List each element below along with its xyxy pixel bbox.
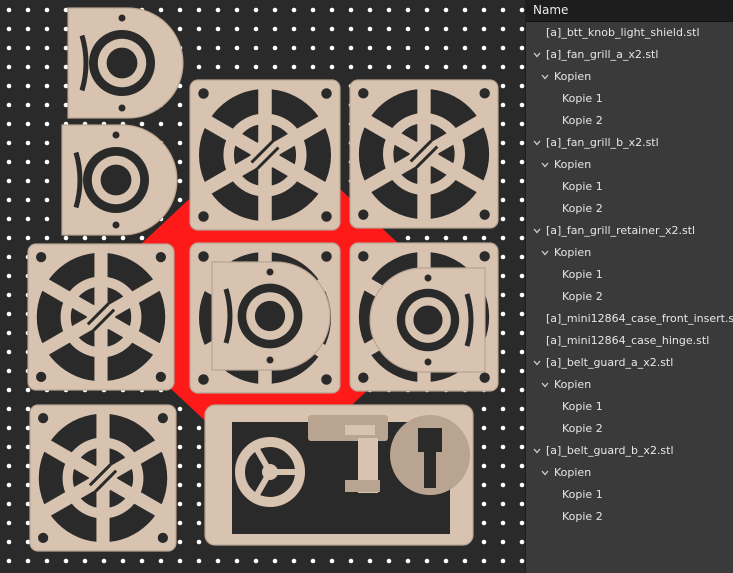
part-fan-grill-retainer[interactable] <box>61 124 178 236</box>
tree-item-copies-group[interactable]: Kopien <box>526 374 733 396</box>
tree-item-copies-group[interactable]: Kopien <box>526 242 733 264</box>
chevron-down-icon[interactable] <box>540 160 550 170</box>
tree-item-label: Kopie 1 <box>562 488 603 501</box>
tree-item-label: Kopien <box>554 246 592 259</box>
tree-item-file[interactable]: [a]_fan_grill_retainer_x2.stl <box>526 220 733 242</box>
tree-item-label: Kopie 1 <box>562 400 603 413</box>
tree-item-file[interactable]: [a]_btt_knob_light_shield.stl <box>526 22 733 44</box>
tree-item-label: [a]_fan_grill_a_x2.stl <box>546 48 659 61</box>
part-fan-grill-a-copy[interactable] <box>349 79 499 229</box>
tree-item-label: Kopien <box>554 378 592 391</box>
tree-item-copy[interactable]: Kopie 2 <box>526 198 733 220</box>
tree-item-label: Kopien <box>554 466 592 479</box>
part-fan-grill-retainer-copy-2[interactable] <box>369 267 486 373</box>
tree-item-label: Kopie 2 <box>562 422 603 435</box>
tree-item-copy[interactable]: Kopie 1 <box>526 88 733 110</box>
object-list-panel: Name [a]_btt_knob_light_shield.stl [a]_fa… <box>525 0 733 573</box>
tree-item-copies-group[interactable]: Kopien <box>526 462 733 484</box>
part-fan-grill-retainer-copy-1[interactable] <box>211 261 331 371</box>
tree-item-label: Kopie 1 <box>562 180 603 193</box>
tree-item-label: Kopie 2 <box>562 202 603 215</box>
tree-item-label: Kopie 2 <box>562 114 603 127</box>
chevron-down-icon[interactable] <box>532 358 542 368</box>
part-knob-light-shield[interactable] <box>67 7 184 119</box>
tree-item-copy[interactable]: Kopie 1 <box>526 176 733 198</box>
tree-item-file[interactable]: [a]_mini12864_case_hinge.stl <box>526 330 733 352</box>
part-fan-grill-b-copy-2[interactable] <box>29 404 177 552</box>
part-fan-grill-b[interactable] <box>27 243 175 391</box>
tree-item-copy[interactable]: Kopie 2 <box>526 110 733 132</box>
tree-item-label: [a]_belt_guard_a_x2.stl <box>546 356 674 369</box>
tree-item-file[interactable]: [a]_fan_grill_a_x2.stl <box>526 44 733 66</box>
tree-item-label: Kopie 2 <box>562 290 603 303</box>
tree-item-label: Kopien <box>554 70 592 83</box>
tree-item-label: [a]_mini12864_case_front_insert.stl <box>546 312 733 325</box>
chevron-down-icon[interactable] <box>532 446 542 456</box>
tree-item-copy[interactable]: Kopie 2 <box>526 418 733 440</box>
tree-item-copy[interactable]: Kopie 2 <box>526 506 733 528</box>
tree-item-copies-group[interactable]: Kopien <box>526 154 733 176</box>
tree-item-file[interactable]: [a]_fan_grill_b_x2.stl <box>526 132 733 154</box>
chevron-down-icon[interactable] <box>540 248 550 258</box>
tree-item-label: [a]_mini12864_case_hinge.stl <box>546 334 710 347</box>
chevron-down-icon[interactable] <box>540 72 550 82</box>
placed-parts <box>27 7 499 552</box>
tree-item-label: Kopie 2 <box>562 510 603 523</box>
tree-item-copy[interactable]: Kopie 1 <box>526 484 733 506</box>
tree-item-label: Kopie 1 <box>562 268 603 281</box>
tree-item-copies-group[interactable]: Kopien <box>526 66 733 88</box>
tree-item-label: [a]_btt_knob_light_shield.stl <box>546 26 700 39</box>
tree-item-label: [a]_fan_grill_retainer_x2.stl <box>546 224 696 237</box>
tree-item-label: [a]_fan_grill_b_x2.stl <box>546 136 659 149</box>
slicer-window: Name [a]_btt_knob_light_shield.stl [a]_fa… <box>0 0 733 573</box>
tree-item-file[interactable]: [a]_mini12864_case_front_insert.stl <box>526 308 733 330</box>
chevron-down-icon[interactable] <box>540 380 550 390</box>
part-fan-grill-a[interactable] <box>189 79 341 231</box>
chevron-down-icon[interactable] <box>532 50 542 60</box>
tree-item-label: [a]_belt_guard_b_x2.stl <box>546 444 674 457</box>
tree-item-copy[interactable]: Kopie 2 <box>526 286 733 308</box>
build-plate[interactable] <box>0 0 525 573</box>
tree-item-label: Kopie 1 <box>562 92 603 105</box>
tree-item-file[interactable]: [a]_belt_guard_a_x2.stl <box>526 352 733 374</box>
chevron-down-icon[interactable] <box>532 226 542 236</box>
chevron-down-icon[interactable] <box>532 138 542 148</box>
tree-item-copy[interactable]: Kopie 1 <box>526 264 733 286</box>
tree-item-file[interactable]: [a]_belt_guard_b_x2.stl <box>526 440 733 462</box>
build-plate-viewport[interactable] <box>0 0 525 573</box>
object-list-header[interactable]: Name <box>526 0 733 22</box>
tree-item-copy[interactable]: Kopie 1 <box>526 396 733 418</box>
tree-item-label: Kopien <box>554 158 592 171</box>
chevron-down-icon[interactable] <box>540 468 550 478</box>
